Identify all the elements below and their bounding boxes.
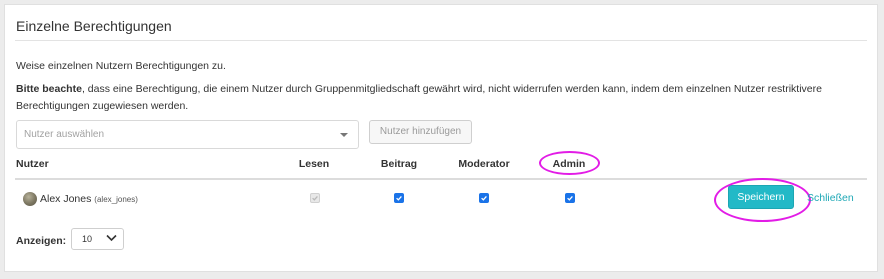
close-link[interactable]: Schließen [807,192,854,204]
page-size-label: Anzeigen: [16,235,67,247]
user-name: Alex Jones (alex_jones) [40,193,138,205]
notice-bold: Bitte beachte [16,83,82,95]
user-handle: (alex_jones) [94,195,138,204]
page-size-select[interactable]: 10 [71,228,124,250]
user-display-name: Alex Jones [40,193,92,205]
post-checkbox[interactable] [394,193,404,203]
panel-title: Einzelne Berechtigungen [16,18,172,34]
admin-highlight-circle [539,151,600,175]
avatar [23,192,37,206]
individual-permissions-panel: Einzelne Berechtigungen Weise einzelnen … [4,4,878,272]
check-icon [312,195,318,201]
user-select[interactable]: Nutzer auswählen [16,120,359,149]
add-user-button[interactable]: Nutzer hinzufügen [369,120,472,144]
column-header-post: Beitrag [380,158,418,170]
read-checkbox [310,193,320,203]
check-icon [481,195,487,201]
column-header-read: Lesen [298,158,330,170]
notice-body: , dass eine Berechtigung, die einem Nutz… [16,83,822,112]
check-icon [396,195,402,201]
chevron-down-icon [106,234,117,242]
save-highlight-circle [714,178,811,222]
page-size-value: 10 [82,234,93,244]
moderator-checkbox[interactable] [479,193,489,203]
column-header-user: Nutzer [16,158,49,170]
title-divider [15,40,867,41]
check-icon [567,195,573,201]
user-select-placeholder: Nutzer auswählen [24,129,105,140]
notice-text: Bitte beachte, dass eine Berechtigung, d… [16,81,846,115]
intro-text: Weise einzelnen Nutzern Berechtigungen z… [16,60,226,72]
admin-checkbox[interactable] [565,193,575,203]
column-header-moderator: Moderator [458,158,510,170]
caret-down-icon [340,133,348,137]
